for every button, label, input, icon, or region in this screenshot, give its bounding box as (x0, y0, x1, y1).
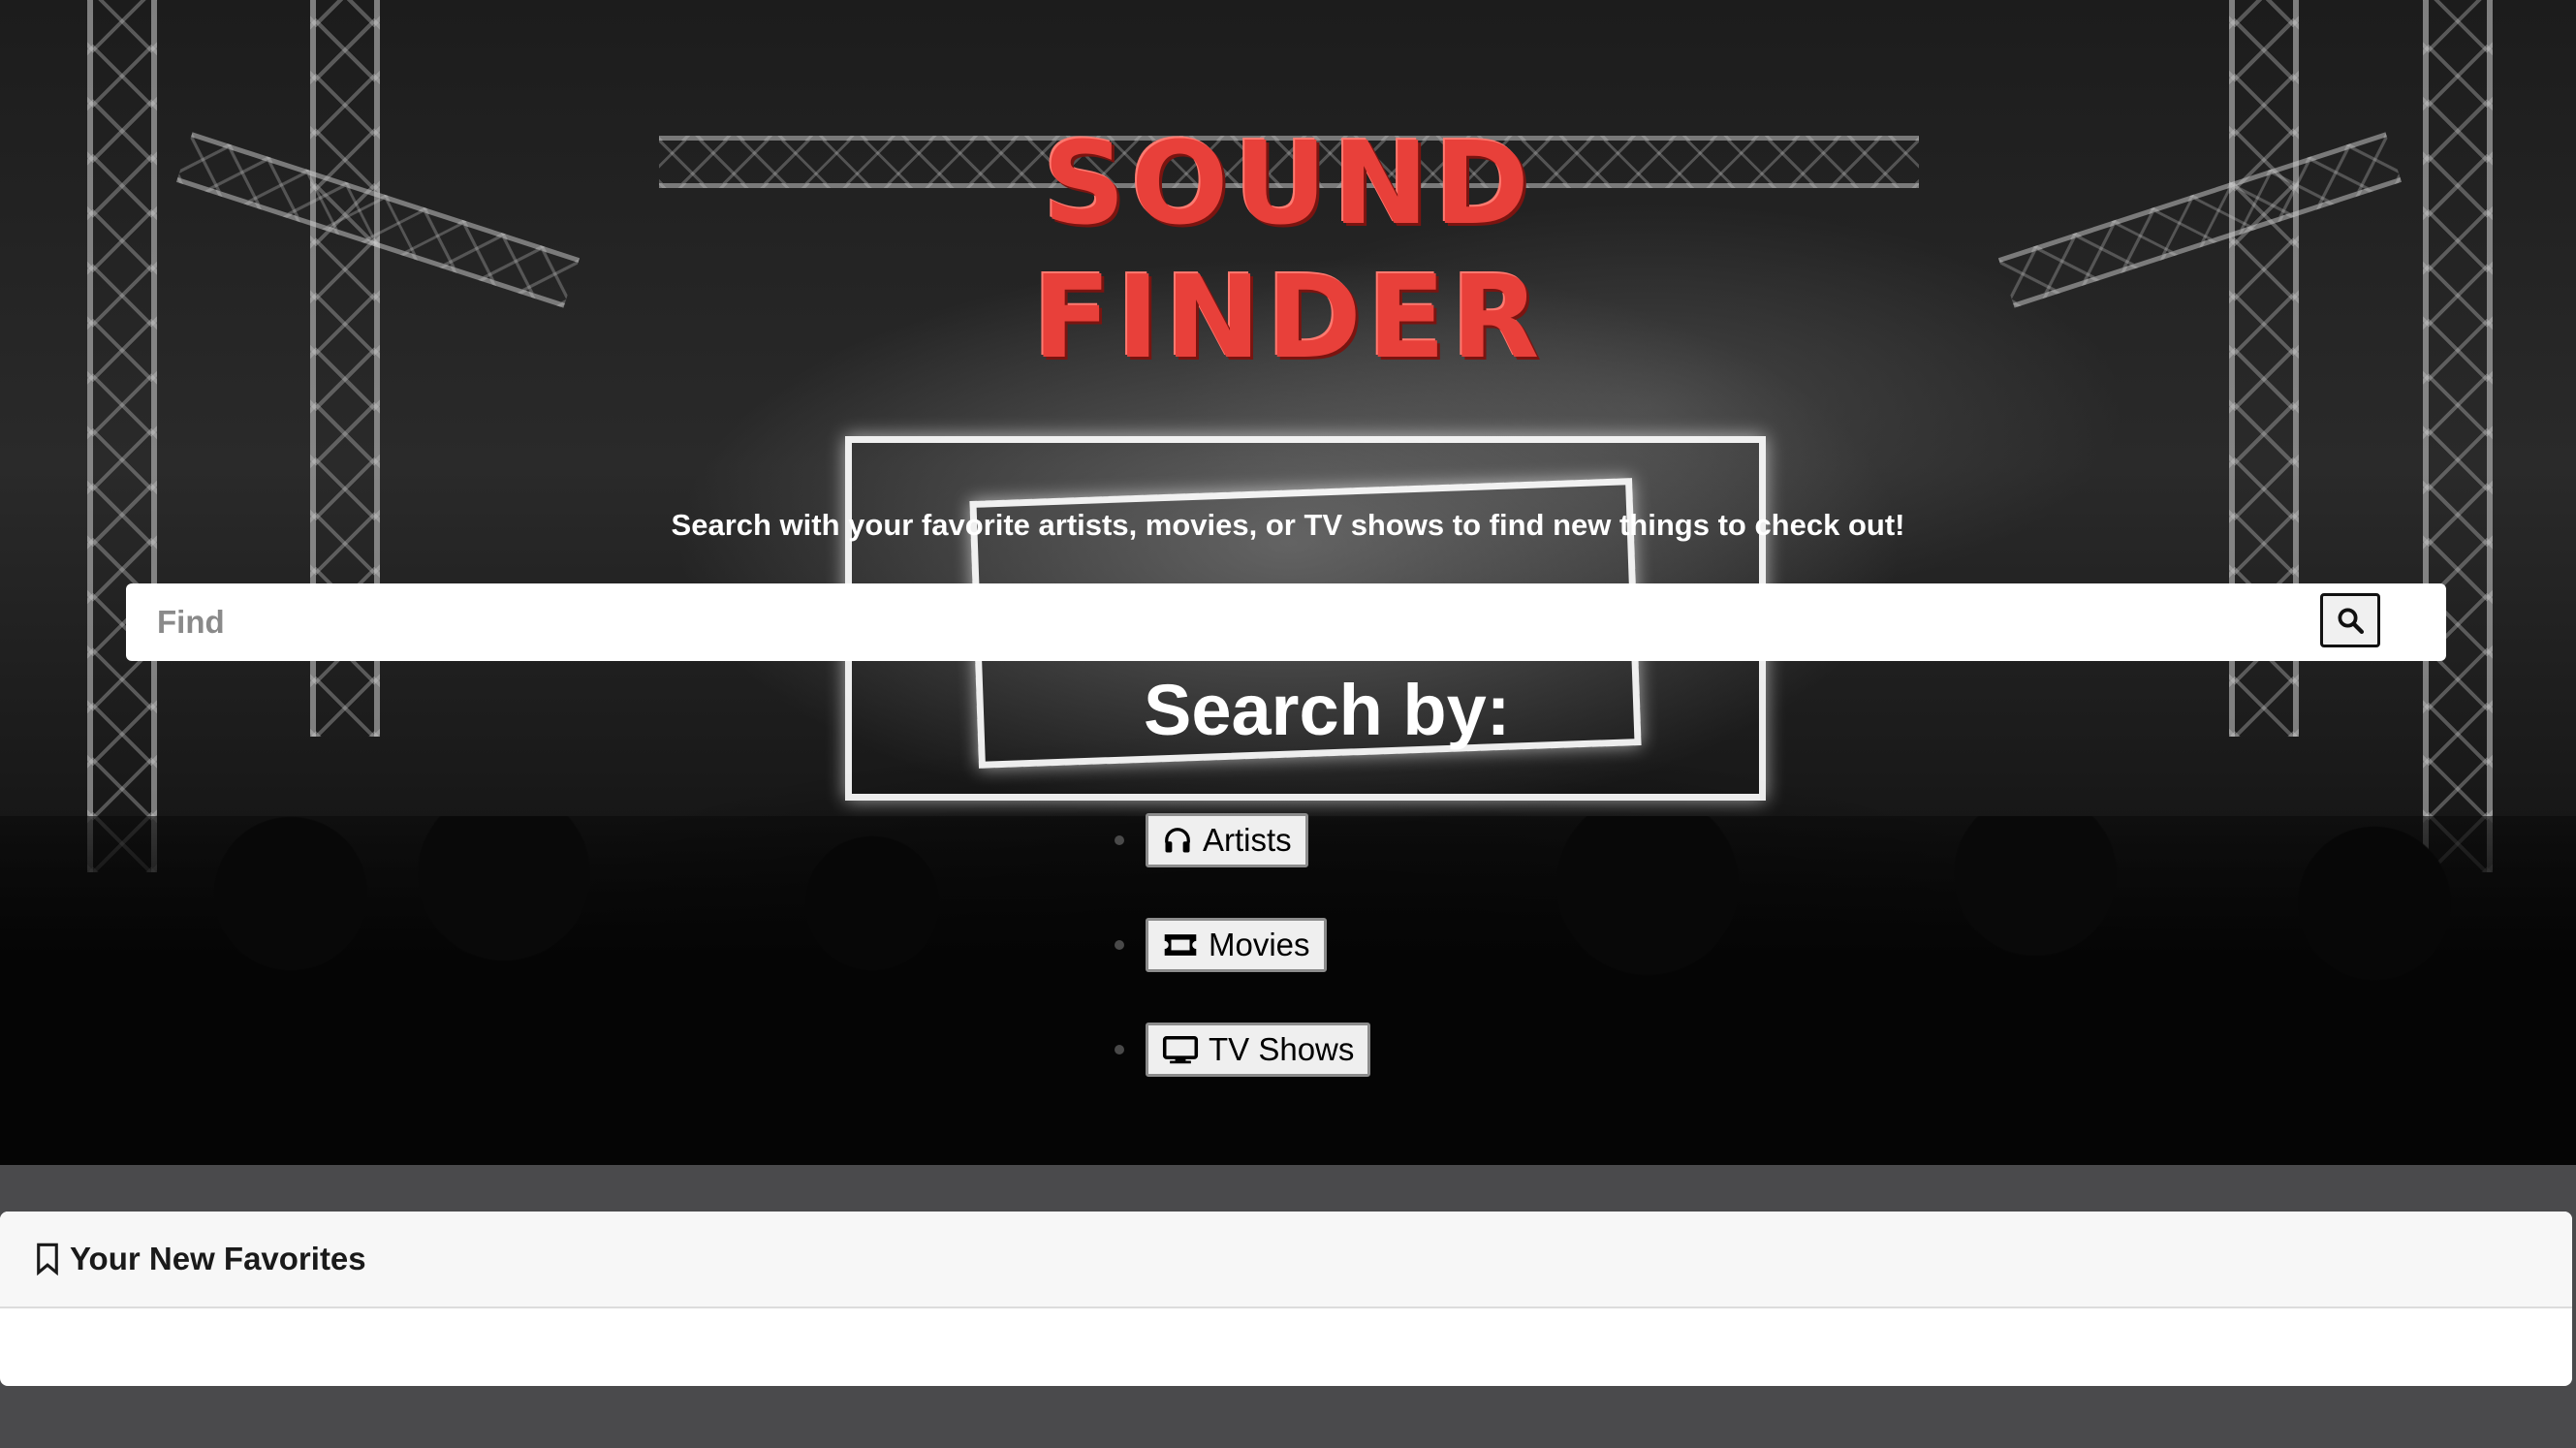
bookmark-icon (37, 1243, 58, 1275)
artists-label: Artists (1203, 822, 1292, 858)
search-button[interactable] (2320, 593, 2380, 647)
search-icon (2338, 608, 2365, 635)
app-logo: SOUND FINDER (1027, 116, 1551, 384)
crowd-silhouette (0, 816, 2576, 1165)
tagline: Search with your favorite artists, movie… (671, 508, 1905, 542)
movies-label: Movies (1209, 927, 1310, 962)
favorites-title: Your New Favorites (70, 1241, 366, 1276)
logo-line-2: FINDER (1032, 250, 1546, 384)
list-bullet (1115, 835, 1124, 845)
tv-icon (1162, 1036, 1199, 1064)
tv-shows-button[interactable]: TV Shows (1146, 1023, 1371, 1077)
favorites-panel: Your New Favorites (0, 1212, 2572, 1386)
hero-background: SOUND FINDER Search with your favorite a… (0, 0, 2576, 1165)
search-bar (126, 583, 2446, 661)
favorites-header: Your New Favorites (0, 1212, 2572, 1308)
tv-shows-label: TV Shows (1209, 1031, 1355, 1067)
stage-truss-left (87, 0, 157, 872)
search-input[interactable] (126, 583, 2307, 661)
stage-truss-right-angled (1997, 132, 2403, 308)
movies-button[interactable]: Movies (1146, 918, 1327, 972)
artists-button[interactable]: Artists (1146, 813, 1308, 867)
logo-line-1: SOUND (1043, 116, 1535, 250)
headphones-icon (1165, 828, 1190, 853)
ticket-icon (1164, 934, 1197, 956)
search-by-heading: Search by: (1144, 670, 1511, 750)
list-bullet (1115, 940, 1124, 950)
list-bullet (1115, 1045, 1124, 1055)
stage-truss-right (2423, 0, 2493, 872)
